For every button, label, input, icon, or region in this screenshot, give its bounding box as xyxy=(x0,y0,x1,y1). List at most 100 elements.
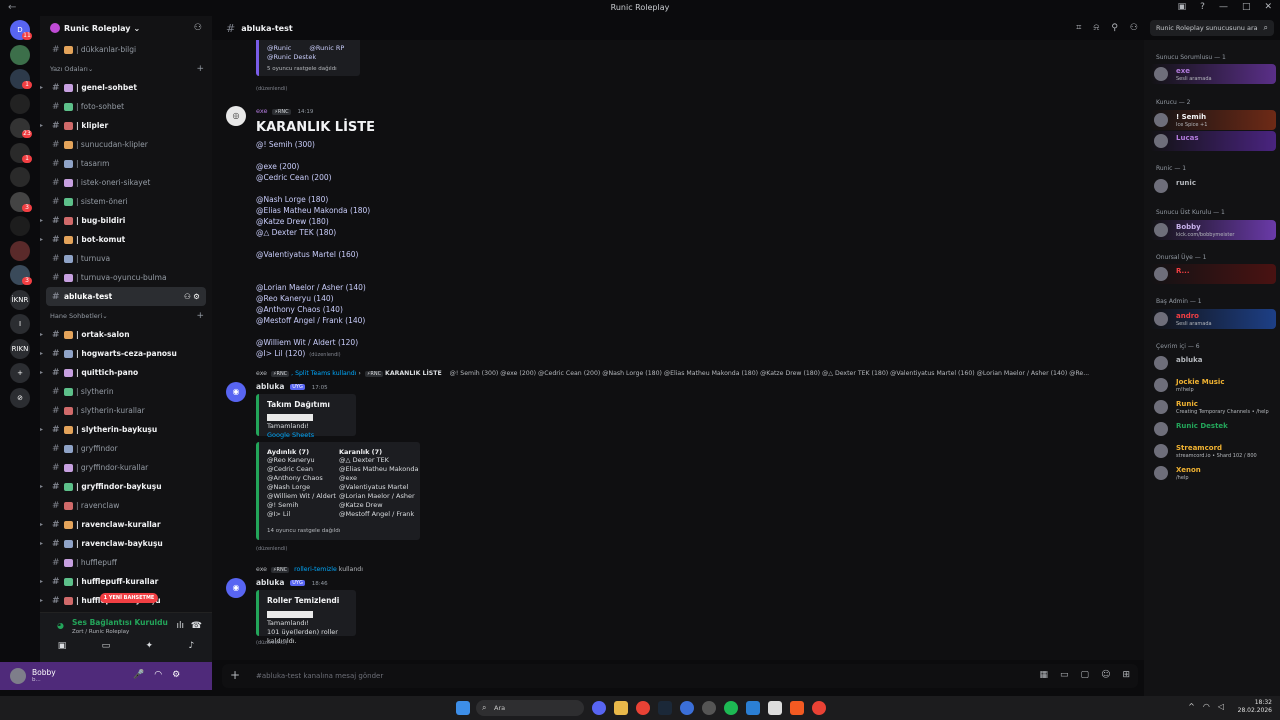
channel-item[interactable]: # | sunucudan-klipler xyxy=(40,135,212,154)
channel-item[interactable]: # | ravenclaw xyxy=(40,496,212,515)
threads-icon[interactable]: ⌗ xyxy=(1076,23,1081,33)
search-input[interactable]: Runic Roleplay sunucusunu ara ⌕ xyxy=(1150,20,1274,36)
server-icon[interactable]: İKNR xyxy=(10,289,30,310)
new-mentions-pill[interactable]: 1 YENİ BAHSETME xyxy=(100,593,158,603)
channel-item[interactable]: ▸ # | klipler xyxy=(40,116,212,135)
microphone-icon[interactable]: 🎤 xyxy=(133,670,144,680)
channel-item[interactable]: ▸ # | quittich-pano xyxy=(40,363,212,382)
channel-item[interactable]: # | foto-sohbet xyxy=(40,97,212,116)
server-icon[interactable]: I xyxy=(10,314,30,334)
server-icon[interactable] xyxy=(10,93,30,114)
mention-line[interactable]: @Reo Kaneryu (140) xyxy=(256,294,334,303)
maximize-button[interactable]: □ xyxy=(1242,2,1251,12)
team-member[interactable]: @I> Lil xyxy=(267,510,336,519)
channel-item[interactable]: ▸ # | ortak-salon xyxy=(40,325,212,344)
member-item[interactable]: runic xyxy=(1150,176,1276,196)
mention[interactable]: @Runic Destek xyxy=(267,53,316,61)
server-icon[interactable] xyxy=(10,216,30,236)
channel-category[interactable]: Yazı Odaları ⌄ + xyxy=(40,59,212,78)
member-item[interactable]: Lucas xyxy=(1150,131,1276,151)
screen-share-icon[interactable]: ▭ xyxy=(102,641,111,651)
mention[interactable]: @Runic RP xyxy=(309,44,344,52)
server-icon[interactable]: + xyxy=(10,363,30,383)
apps-icon[interactable]: ⊞ xyxy=(1122,670,1130,680)
channel-item[interactable]: ▸ # | slytherin-baykuşu xyxy=(40,420,212,439)
mention-line[interactable]: @Lorian Maelor / Asher (140) xyxy=(256,283,366,292)
channel-item[interactable]: # | slytherin xyxy=(40,382,212,401)
mention-line[interactable]: @Williem Wit / Aldert (120) xyxy=(256,338,358,347)
wifi-icon[interactable]: ◠ xyxy=(1203,702,1210,711)
attach-plus-icon[interactable]: + xyxy=(230,668,240,682)
channel-item[interactable]: # | dükkanlar-bilgi xyxy=(40,40,212,59)
mention-line[interactable]: @Anthony Chaos (140) xyxy=(256,305,343,314)
spotify-icon[interactable] xyxy=(724,701,738,715)
voice-status-sub[interactable]: Zort / Runic Roleplay xyxy=(72,629,129,635)
mention-line[interactable]: @exe (200) xyxy=(256,162,299,171)
member-item[interactable]: Streamcord streamcord.io • Shard 102 / 80… xyxy=(1150,441,1276,461)
pin-icon[interactable]: ⚲ xyxy=(1111,23,1118,33)
chrome-icon[interactable] xyxy=(812,701,826,715)
camera-icon[interactable]: ▣ xyxy=(58,641,67,651)
activities-icon[interactable]: ✦ xyxy=(146,641,154,651)
member-item[interactable]: Xenon/help xyxy=(1150,463,1276,483)
server-icon[interactable]: RIKN xyxy=(10,338,30,359)
member-item[interactable]: Jockie Music m!help xyxy=(1150,375,1276,395)
channel-item[interactable]: ▸ # | bot-komut xyxy=(40,230,212,249)
team-member[interactable]: @Mestoff Angel / Frank xyxy=(339,510,418,519)
noise-suppression-icon[interactable]: ılı xyxy=(176,621,184,631)
team-member[interactable]: @Nash Lorge xyxy=(267,483,336,492)
channel-item[interactable]: # abluka-test ⚇ ⚙ xyxy=(46,287,206,306)
notification-bell-icon[interactable]: ⍾ xyxy=(1093,23,1099,33)
member-item[interactable]: ! Semih Ice Spice +1 xyxy=(1150,110,1276,130)
sticker-icon[interactable]: ▢ xyxy=(1081,670,1090,680)
server-icon[interactable] xyxy=(10,240,30,261)
channel-item[interactable]: ▸ # | gryffindor-baykuşu xyxy=(40,477,212,496)
team-member[interactable]: @Anthony Chaos xyxy=(267,474,336,483)
message-author[interactable]: abluka xyxy=(256,382,284,391)
server-icon[interactable]: ⊘ xyxy=(10,387,30,408)
channel-item[interactable]: # | gryffindor-kurallar xyxy=(40,458,212,477)
mention-line[interactable]: @! Semih (300) xyxy=(256,140,315,149)
vscode-icon[interactable] xyxy=(746,701,760,715)
mention-line[interactable]: @I> Lil (120) xyxy=(256,349,305,358)
add-channel-icon[interactable]: + xyxy=(196,311,204,321)
channel-item[interactable]: ▸ # | hogwarts-ceza-panosu xyxy=(40,344,212,363)
notion-icon[interactable] xyxy=(768,701,782,715)
team-member[interactable]: @Cedric Cean xyxy=(267,465,336,474)
help-icon[interactable]: ? xyxy=(1200,2,1205,12)
team-member[interactable]: @Lorian Maelor / Asher xyxy=(339,492,418,501)
channel-item[interactable]: # | hufflepuff xyxy=(40,553,212,572)
message-author[interactable]: abluka xyxy=(256,578,284,587)
soundboard-icon[interactable]: ♪ xyxy=(189,641,195,651)
channel-settings-icon[interactable]: ⚇ ⚙ xyxy=(184,292,200,301)
settings-icon[interactable] xyxy=(702,701,716,715)
avatar[interactable] xyxy=(10,668,26,684)
gif-icon[interactable]: ▭ xyxy=(1060,670,1069,680)
channel-item[interactable]: ▸ # | bug-bildiri xyxy=(40,211,212,230)
channel-item[interactable]: # | tasarım xyxy=(40,154,212,173)
chevron-up-icon[interactable]: ^ xyxy=(1188,702,1195,711)
member-item[interactable]: exe Sesli aramada xyxy=(1150,64,1276,84)
channel-item[interactable]: # | istek-oneri-sikayet xyxy=(40,173,212,192)
channel-item[interactable]: # | turnuva-oyuncu-bulma xyxy=(40,268,212,287)
member-item[interactable]: Bobby kick.com/bobbymeister xyxy=(1150,220,1276,240)
app-icon[interactable] xyxy=(680,701,694,715)
gear-icon[interactable]: ⚙ xyxy=(172,670,180,680)
channel-item[interactable]: # | slytherin-kurallar xyxy=(40,401,212,420)
add-member-icon[interactable]: ⚇ xyxy=(194,23,202,33)
channel-category[interactable]: Hane Sohbetleri ⌄ + xyxy=(40,306,212,325)
add-channel-icon[interactable]: + xyxy=(196,64,204,74)
channel-item[interactable]: # | turnuva xyxy=(40,249,212,268)
team-member[interactable]: @! Semih xyxy=(267,501,336,510)
mention-line[interactable]: @Mestoff Angel / Frank (140) xyxy=(256,316,365,325)
avatar[interactable]: ◉ xyxy=(226,382,246,402)
reply-reference[interactable]: exe ⚡RNC rolleri-temizle kullandı xyxy=(256,566,363,573)
team-member[interactable]: @Reo Kaneryu xyxy=(267,456,336,465)
channel-item[interactable]: ▸ # | ravenclaw-baykuşu xyxy=(40,534,212,553)
steam-icon[interactable] xyxy=(658,701,672,715)
team-member[interactable]: @Katze Drew xyxy=(339,501,418,510)
team-member[interactable]: @△ Dexter TEK xyxy=(339,456,418,465)
server-header[interactable]: Runic Roleplay ⌄ ⚇ xyxy=(40,16,212,40)
mention-line[interactable]: @Elias Matheu Makonda (180) xyxy=(256,206,370,215)
team-member[interactable]: @Elias Matheu Makonda xyxy=(339,465,418,474)
